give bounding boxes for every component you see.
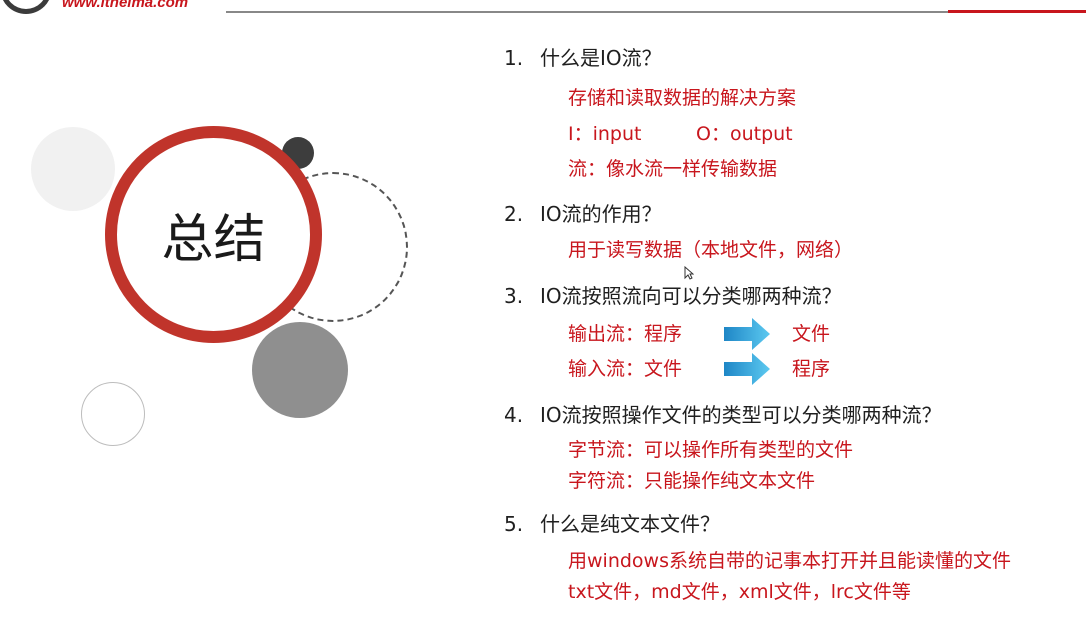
- flow-input-target: 程序: [792, 358, 831, 380]
- arrow-right-icon: [724, 353, 770, 385]
- question-text: IO流按照流向可以分类哪两种流？: [540, 284, 842, 308]
- answer-2-1: 用于读写数据（本地文件，网络）: [568, 239, 854, 261]
- question-3: 3. IO流按照流向可以分类哪两种流？: [504, 284, 842, 308]
- question-2: 2. IO流的作用？: [504, 202, 662, 226]
- question-text: IO流的作用？: [540, 202, 662, 226]
- question-5: 5. 什么是纯文本文件？: [504, 512, 720, 536]
- question-text: 什么是IO流？: [540, 46, 662, 70]
- answer-1-input: I：input: [568, 123, 642, 145]
- question-1: 1. 什么是IO流？: [504, 46, 662, 70]
- flow-input-label: 输入流：文件: [568, 358, 683, 380]
- title-ring: 总结: [105, 126, 322, 343]
- question-text: 什么是纯文本文件？: [540, 512, 720, 536]
- flow-output-target: 文件: [792, 323, 831, 345]
- decor-circle-light: [31, 127, 115, 211]
- answer-1-1: 存储和读取数据的解决方案: [568, 87, 797, 109]
- slide-title: 总结: [161, 210, 266, 270]
- answer-5-2: txt文件，md文件，xml文件，lrc文件等: [568, 581, 911, 603]
- question-number: 1.: [504, 46, 524, 70]
- site-url: www.itheima.com: [62, 0, 189, 11]
- question-number: 5.: [504, 512, 524, 536]
- decor-circle-outline: [81, 382, 145, 446]
- question-4: 4. IO流按照操作文件的类型可以分类哪两种流？: [504, 403, 942, 427]
- decor-circle-gray: [252, 322, 348, 418]
- question-number: 3.: [504, 284, 524, 308]
- flow-output-label: 输出流：程序: [568, 323, 683, 345]
- logo-mark: [0, 0, 52, 14]
- header-accent-bar: [948, 10, 1086, 13]
- arrow-right-icon: [724, 318, 770, 350]
- answer-4-2: 字符流：只能操作纯文本文件: [568, 470, 816, 492]
- answer-1-output: O：output: [696, 123, 793, 145]
- answer-4-1: 字节流：可以操作所有类型的文件: [568, 439, 854, 461]
- question-text: IO流按照操作文件的类型可以分类哪两种流？: [540, 403, 942, 427]
- question-number: 2.: [504, 202, 524, 226]
- mouse-pointer-icon: [684, 266, 694, 280]
- question-number: 4.: [504, 403, 524, 427]
- answer-5-1: 用windows系统自带的记事本打开并且能读懂的文件: [568, 550, 1011, 572]
- answer-1-3: 流：像水流一样传输数据: [568, 158, 778, 180]
